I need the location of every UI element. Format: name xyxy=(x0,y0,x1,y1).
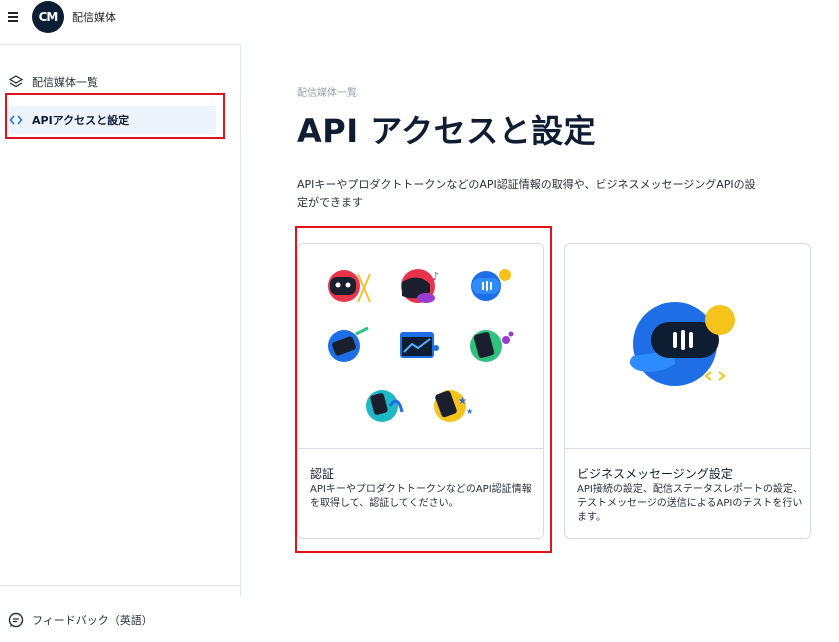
app-title: 配信媒体 xyxy=(72,11,116,24)
chat-bubble-icon xyxy=(629,302,735,386)
top-bar: CM 配信媒体 xyxy=(0,0,839,34)
sidebar: 配信媒体一覧 APIアクセスと設定 フィードバック（英語） xyxy=(0,44,241,628)
business-messaging-illustration xyxy=(565,244,810,449)
business-messaging-card-description: API接続の設定、配信ステータスレポートの設定、テストメッセージの送信によるAP… xyxy=(577,484,803,523)
feedback-label: フィードバック（英語） xyxy=(32,614,153,627)
code-icon xyxy=(8,112,24,128)
star-phone-icon: ★ ★ xyxy=(434,390,473,422)
business-messaging-card[interactable]: ビジネスメッセージング設定 API接続の設定、配信ステータスレポートの設定、テス… xyxy=(564,243,811,539)
page-title: API アクセスと設定 xyxy=(297,112,597,150)
auth-card[interactable]: ♪ ★ ★ 認証 APIキーやプロダクトトークンなどのAPI認証情報を取得して、… xyxy=(297,243,544,539)
auth-card-description: APIキーやプロダクトトークンなどのAPI認証情報を取得して、認証してください。 xyxy=(310,484,532,509)
sidebar-item-api-access[interactable]: APIアクセスと設定 xyxy=(6,106,216,134)
feedback-icon xyxy=(8,612,24,628)
phone-icon xyxy=(470,330,514,362)
breadcrumb[interactable]: 配信媒体一覧 xyxy=(297,84,357,99)
auth-illustration: ♪ ★ ★ xyxy=(298,244,543,449)
svg-text:♪: ♪ xyxy=(432,270,439,283)
svg-text:★: ★ xyxy=(466,407,473,416)
page-description: APIキーやプロダクトトークンなどのAPI認証情報の取得や、ビジネスメッセージン… xyxy=(297,178,756,209)
app-logo[interactable]: CM xyxy=(32,1,64,33)
business-messaging-card-title: ビジネスメッセージング設定 xyxy=(577,467,733,481)
menu-icon[interactable] xyxy=(8,10,22,24)
auth-card-title: 認証 xyxy=(310,467,335,481)
chat-bubble-icon xyxy=(471,269,511,301)
feedback-link[interactable]: フィードバック（英語） xyxy=(8,612,153,628)
layers-icon xyxy=(8,74,24,90)
robot-icon xyxy=(328,270,371,303)
svg-text:★: ★ xyxy=(458,396,467,407)
sidebar-item-label: APIアクセスと設定 xyxy=(32,114,130,127)
sidebar-item-label: 配信媒体一覧 xyxy=(32,76,98,89)
sidebar-footer: フィードバック（英語） xyxy=(0,585,240,642)
pen-icon xyxy=(366,390,404,422)
chart-window-icon xyxy=(400,332,439,358)
music-chat-icon: ♪ xyxy=(401,269,439,303)
sidebar-item-media-list[interactable]: 配信媒体一覧 xyxy=(0,68,240,96)
key-icon xyxy=(328,326,369,362)
